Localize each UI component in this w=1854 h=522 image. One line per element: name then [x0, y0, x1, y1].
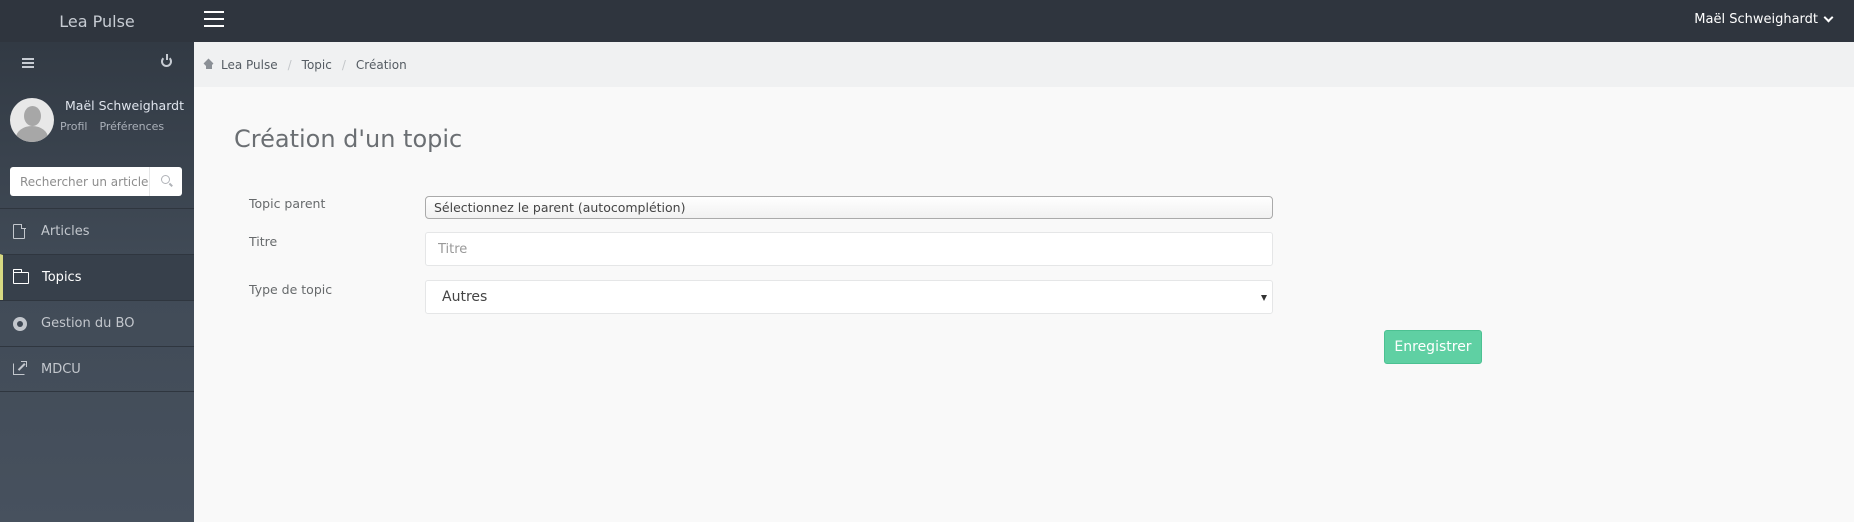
chevron-down-icon — [1823, 12, 1834, 22]
external-link-icon — [13, 361, 27, 375]
form-row-type: Type de topic Autres — [249, 280, 1273, 314]
gear-icon — [13, 316, 27, 331]
sidebar-user-profile: Maël Schweighardt Profil Préférences — [0, 92, 194, 152]
parent-autocomplete[interactable]: Sélectionnez le parent (autocomplétion) — [425, 196, 1273, 219]
preferences-link[interactable]: Préférences — [99, 120, 164, 133]
parent-label: Topic parent — [249, 196, 326, 211]
avatar — [10, 98, 54, 142]
sidebar-item-topics[interactable]: Topics — [0, 254, 194, 300]
breadcrumb-separator: / — [341, 57, 346, 72]
title-label: Titre — [249, 234, 278, 249]
title-input[interactable] — [425, 232, 1273, 266]
user-menu-name: Maël Schweighardt — [1694, 11, 1818, 27]
save-button[interactable]: Enregistrer — [1384, 330, 1482, 364]
sidebar-search — [10, 167, 182, 196]
app-brand[interactable]: Lea Pulse — [0, 0, 194, 42]
type-label: Type de topic — [249, 282, 333, 297]
sidebar-item-label: Topics — [42, 270, 82, 285]
page-title: Création d'un topic — [234, 125, 463, 153]
user-menu-dropdown[interactable]: Maël Schweighardt — [1694, 0, 1834, 38]
power-icon[interactable] — [161, 54, 172, 67]
sidebar-nav: Articles Topics Gestion du BO MDCU — [0, 208, 194, 392]
breadcrumb-item-current: Création — [355, 57, 407, 72]
sidebar-item-label: Gestion du BO — [41, 316, 135, 331]
topic-type-select[interactable]: Autres — [425, 280, 1273, 314]
sidebar-item-gestion-bo[interactable]: Gestion du BO — [0, 300, 194, 346]
profile-link[interactable]: Profil — [60, 120, 87, 133]
sidebar-item-label: MDCU — [41, 361, 81, 377]
sidebar-user-links: Profil Préférences — [60, 120, 164, 133]
breadcrumb-item-home[interactable]: Lea Pulse — [221, 58, 278, 72]
top-navbar: Lea Pulse Maël Schweighardt — [0, 0, 1854, 42]
main-content: Lea Pulse / Topic / Création Création d'… — [194, 42, 1854, 522]
breadcrumb-item-topic[interactable]: Topic — [302, 58, 332, 72]
home-icon — [204, 60, 214, 69]
breadcrumb: Lea Pulse / Topic / Création — [194, 42, 1854, 87]
sidebar-menu-icon[interactable] — [22, 58, 34, 68]
sidebar: Maël Schweighardt Profil Préférences Art… — [0, 42, 194, 522]
hamburger-menu-icon[interactable] — [204, 11, 224, 28]
sidebar-item-label: Articles — [41, 224, 90, 239]
search-icon — [161, 175, 170, 184]
breadcrumb-separator: / — [287, 57, 292, 72]
caret-down-icon — [1261, 295, 1267, 301]
folder-icon — [12, 268, 29, 284]
sidebar-item-articles[interactable]: Articles — [0, 208, 194, 254]
file-icon — [13, 223, 26, 239]
sidebar-user-name: Maël Schweighardt — [65, 98, 184, 113]
sidebar-item-mdcu[interactable]: MDCU — [0, 346, 194, 392]
article-search-input[interactable] — [10, 167, 149, 196]
topic-type-selected: Autres — [442, 289, 488, 305]
sidebar-header — [0, 42, 194, 83]
search-button[interactable] — [149, 167, 182, 196]
